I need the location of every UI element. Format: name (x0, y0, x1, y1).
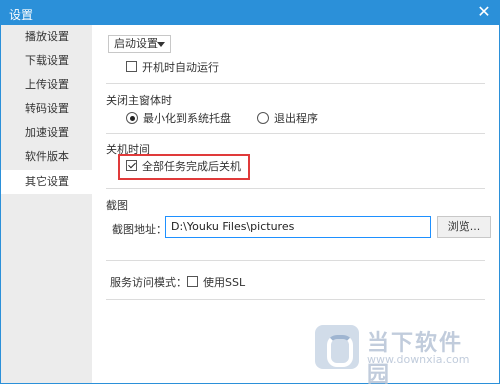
chevron-down-icon (157, 42, 165, 47)
watermark: 当下软件园 www.downxia.com (315, 323, 475, 384)
minimize-to-tray-option[interactable]: 最小化到系统托盘 (126, 111, 231, 127)
screenshot-path-input[interactable]: D:\Youku Files\pictures (165, 216, 431, 238)
autorun-label: 开机时自动运行 (142, 61, 219, 74)
sidebar-item-download[interactable]: 下载设置 (1, 49, 92, 73)
autorun-checkbox[interactable] (126, 61, 137, 72)
use-ssl-label: 使用SSL (203, 276, 246, 289)
downxia-logo-icon (315, 325, 359, 369)
screenshot-path-label: 截图地址： (112, 223, 167, 236)
exit-program-radio[interactable] (257, 112, 269, 124)
use-ssl-option[interactable]: 使用SSL (187, 275, 245, 291)
title-bar: 设置 ✕ (1, 1, 499, 25)
service-access-row: 服务访问模式： (110, 275, 187, 291)
watermark-url: www.downxia.com (367, 353, 470, 366)
divider (106, 133, 485, 134)
divider (106, 83, 485, 84)
use-ssl-checkbox[interactable] (187, 276, 198, 287)
sidebar-item-upload[interactable]: 上传设置 (1, 73, 92, 97)
sidebar-item-transcode[interactable]: 转码设置 (1, 97, 92, 121)
divider (106, 188, 485, 189)
startup-dropdown[interactable]: 启动设置 (108, 35, 171, 53)
service-access-label: 服务访问模式： (110, 276, 187, 289)
divider (106, 299, 485, 300)
autorun-option[interactable]: 开机时自动运行 (126, 60, 219, 76)
window-title: 设置 (9, 8, 34, 22)
minimize-to-tray-radio[interactable] (126, 112, 138, 124)
sidebar-item-version[interactable]: 软件版本 (1, 145, 92, 169)
settings-window: 设置 ✕ 播放设置 下载设置 上传设置 转码设置 加速设置 软件版本 其它设置 … (0, 0, 500, 384)
sidebar-item-playback[interactable]: 播放设置 (1, 25, 92, 49)
close-icon[interactable]: ✕ (475, 3, 493, 21)
sidebar-item-acceleration[interactable]: 加速设置 (1, 121, 92, 145)
browse-button[interactable]: 浏览... (437, 216, 491, 238)
sidebar-item-other[interactable]: 其它设置 (1, 170, 92, 194)
divider (106, 260, 485, 261)
minimize-to-tray-label: 最小化到系统托盘 (143, 112, 231, 125)
close-main-title: 关闭主窗体时 (106, 94, 172, 107)
screenshot-title: 截图 (106, 199, 128, 212)
exit-program-option[interactable]: 退出程序 (257, 111, 318, 127)
shutdown-after-tasks-label: 全部任务完成后关机 (142, 160, 241, 173)
shutdown-after-tasks-checkbox[interactable] (126, 160, 137, 171)
exit-program-label: 退出程序 (274, 112, 318, 125)
shutdown-after-tasks-option[interactable]: 全部任务完成后关机 (126, 159, 241, 175)
startup-dropdown-label: 启动设置 (114, 37, 158, 50)
settings-sidebar: 播放设置 下载设置 上传设置 转码设置 加速设置 软件版本 其它设置 (1, 25, 92, 383)
